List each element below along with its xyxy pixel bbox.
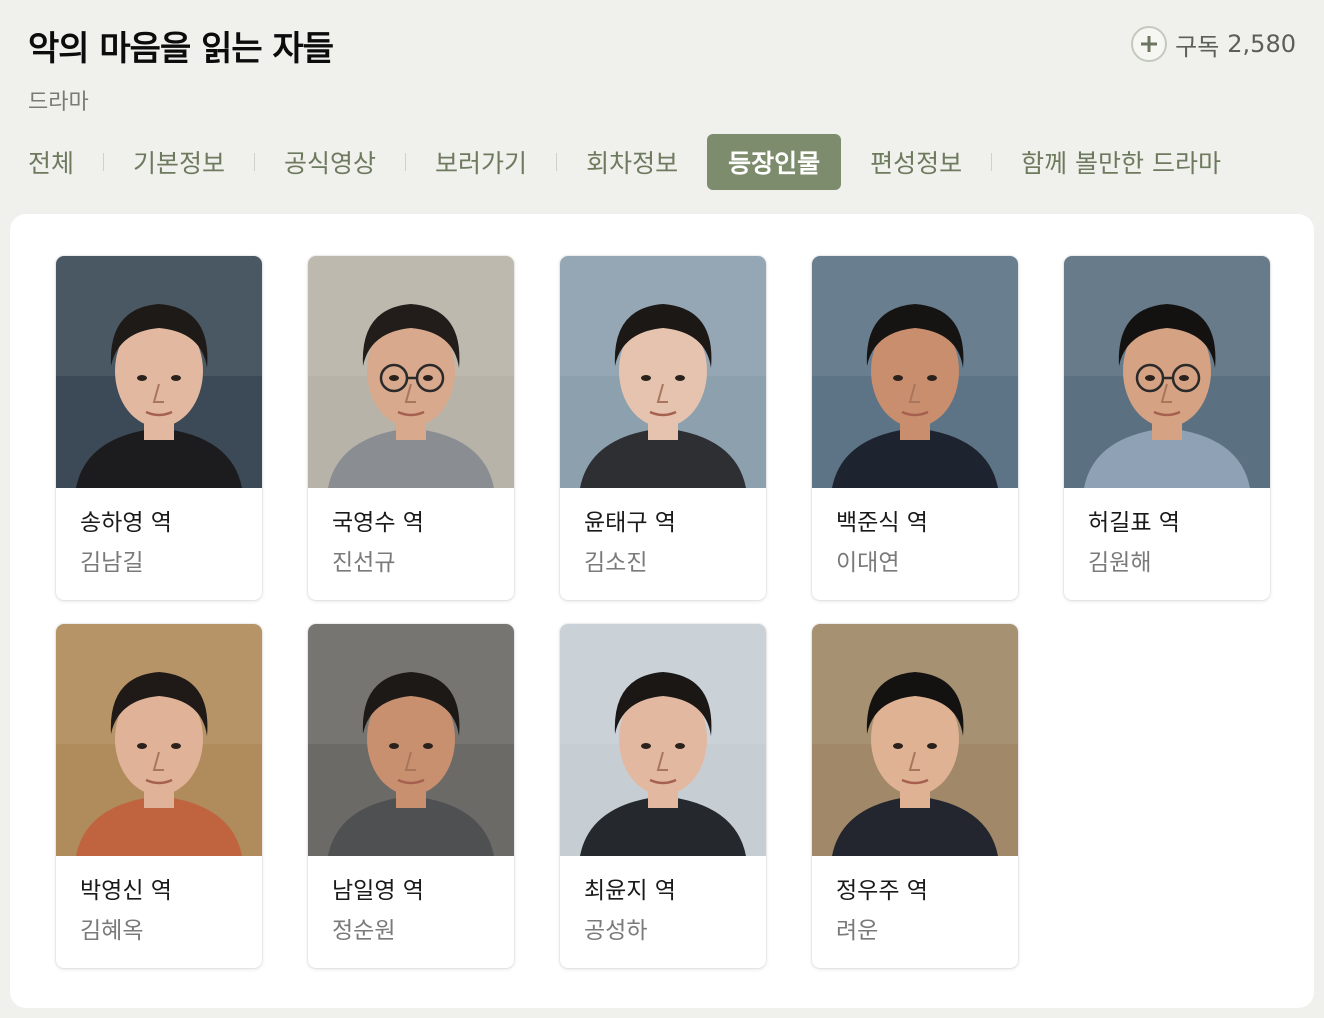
cast-info: 허길표 역김원해 xyxy=(1064,488,1270,580)
cast-photo[interactable] xyxy=(308,256,514,488)
cast-photo[interactable] xyxy=(308,624,514,856)
cast-actor[interactable]: 공성하 xyxy=(584,914,742,948)
tab-schedule[interactable]: 편성정보 xyxy=(870,134,962,190)
page-title: 악의 마음을 읽는 자들 xyxy=(28,29,334,69)
cast-info: 정우주 역려운 xyxy=(812,856,1018,948)
cast-actor[interactable]: 김혜옥 xyxy=(80,914,238,948)
cast-role: 허길표 역 xyxy=(1088,510,1180,536)
cast-photo[interactable] xyxy=(812,624,1018,856)
cast-photo[interactable] xyxy=(56,624,262,856)
cast-photo[interactable] xyxy=(560,624,766,856)
tab-basic-info[interactable]: 기본정보 xyxy=(133,134,225,190)
tab-all[interactable]: 전체 xyxy=(28,134,74,190)
cast-actor[interactable]: 김남길 xyxy=(80,546,238,580)
cast-actor[interactable]: 김소진 xyxy=(584,546,742,580)
cast-info: 송하영 역김남길 xyxy=(56,488,262,580)
cast-role: 백준식 역 xyxy=(836,510,928,536)
tab-watch[interactable]: 보러가기 xyxy=(435,134,527,190)
subscribe-count: 2,580 xyxy=(1227,30,1296,58)
cast-card[interactable]: 송하영 역김남길 xyxy=(56,256,262,600)
cast-role: 남일영 역 xyxy=(332,878,424,904)
cast-card[interactable]: 최윤지 역공성하 xyxy=(560,624,766,968)
cast-card[interactable]: 윤태구 역김소진 xyxy=(560,256,766,600)
cast-role: 윤태구 역 xyxy=(584,510,676,536)
subscribe-button[interactable]: 구독 2,580 xyxy=(1131,26,1296,62)
cast-actor[interactable]: 려운 xyxy=(836,914,994,948)
cast-actor[interactable]: 이대연 xyxy=(836,546,994,580)
cast-panel: 송하영 역 김남길 국영수 역 진선규 윤태구 역 김소진 백준식 역 이대연 … xyxy=(10,214,1314,1008)
cast-role: 송하영 역 xyxy=(80,510,172,536)
tab-divider xyxy=(254,153,256,171)
tab-divider xyxy=(991,153,993,171)
cast-role: 정우주 역 xyxy=(836,878,928,904)
tab-bar: 전체 기본정보 공식영상 보러가기 회차정보 등장인물 편성정보 함께 볼만한 드라마 xyxy=(28,134,1221,190)
cast-card[interactable]: 정우주 역려운 xyxy=(812,624,1018,968)
cast-photo[interactable] xyxy=(560,256,766,488)
cast-actor[interactable]: 진선규 xyxy=(332,546,490,580)
plus-icon xyxy=(1131,26,1168,62)
cast-role: 국영수 역 xyxy=(332,510,424,536)
cast-info: 국영수 역진선규 xyxy=(308,488,514,580)
genre-label: 드라마 xyxy=(28,90,89,115)
cast-info: 백준식 역이대연 xyxy=(812,488,1018,580)
cast-card[interactable]: 백준식 역이대연 xyxy=(812,256,1018,600)
tab-divider xyxy=(855,153,856,171)
page-header: 악의 마음을 읽는 자들 드라마 구독 2,580 xyxy=(28,26,1296,118)
cast-photo[interactable] xyxy=(56,256,262,488)
tab-divider xyxy=(556,153,558,171)
tab-divider xyxy=(692,153,693,171)
cast-actor[interactable]: 김원해 xyxy=(1088,546,1246,580)
cast-info: 남일영 역정순원 xyxy=(308,856,514,948)
cast-photo[interactable] xyxy=(1064,256,1270,488)
cast-grid: 송하영 역 김남길 국영수 역 진선규 윤태구 역 김소진 백준식 역 이대연 … xyxy=(56,256,1270,968)
cast-card[interactable]: 남일영 역정순원 xyxy=(308,624,514,968)
cast-actor[interactable]: 정순원 xyxy=(332,914,490,948)
cast-card[interactable]: 국영수 역진선규 xyxy=(308,256,514,600)
cast-card[interactable]: 박영신 역김혜옥 xyxy=(56,624,262,968)
tab-cast[interactable]: 등장인물 xyxy=(707,134,842,190)
cast-role: 최윤지 역 xyxy=(584,878,676,904)
cast-role: 박영신 역 xyxy=(80,878,172,904)
cast-card[interactable]: 허길표 역김원해 xyxy=(1064,256,1270,600)
cast-info: 윤태구 역김소진 xyxy=(560,488,766,580)
tab-related-dramas[interactable]: 함께 볼만한 드라마 xyxy=(1021,134,1221,190)
tab-official-video[interactable]: 공식영상 xyxy=(284,134,376,190)
cast-photo[interactable] xyxy=(812,256,1018,488)
cast-info: 최윤지 역공성하 xyxy=(560,856,766,948)
tab-divider xyxy=(405,153,407,171)
tab-episodes[interactable]: 회차정보 xyxy=(586,134,678,190)
subscribe-label: 구독 xyxy=(1175,32,1220,61)
tab-divider xyxy=(103,153,105,171)
cast-info: 박영신 역김혜옥 xyxy=(56,856,262,948)
